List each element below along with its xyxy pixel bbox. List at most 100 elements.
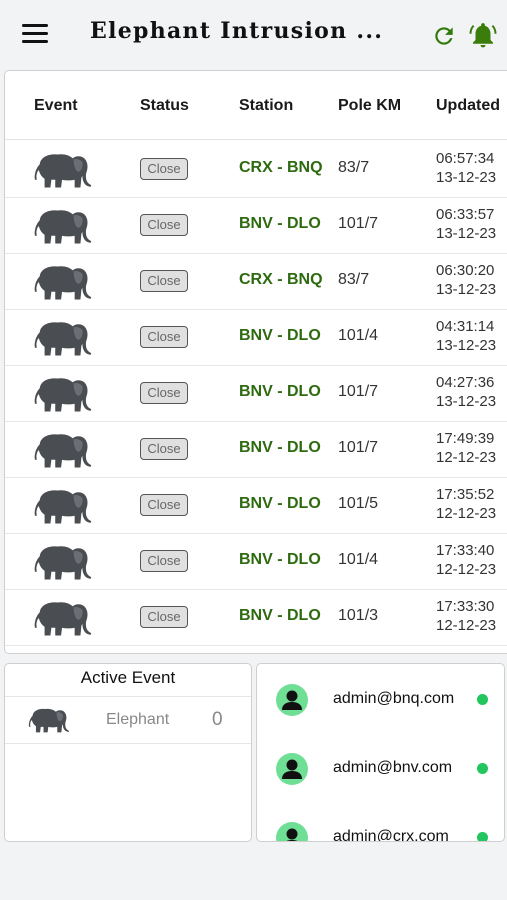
elephant-icon [32,598,94,638]
elephant-icon [32,150,94,190]
header-station[interactable]: Station [239,97,293,115]
station-cell: BNV - DLO [239,607,321,624]
updated-date: 12-12-23 [436,505,497,522]
station-cell: CRX - BNQ [239,271,323,288]
table-row[interactable]: Close BNV - DLO 101/7 06:33:57 13-12-23 [5,197,507,254]
updated-date: 13-12-23 [436,225,497,242]
table-header: Event Status Station Pole KM Updated [5,71,507,140]
updated-cell: 06:30:20 13-12-23 [436,261,496,299]
close-button[interactable]: Close [140,494,188,516]
elephant-icon [32,206,94,246]
close-button[interactable]: Close [140,382,188,404]
table-row[interactable]: Close BNV - DLO 101/3 17:33:30 12-12-23 [5,589,507,646]
close-button[interactable]: Close [140,438,188,460]
table-row[interactable]: Close BNV - DLO 101/4 04:31:14 13-12-23 [5,309,507,366]
pole-km-cell: 101/7 [338,439,379,456]
pole-km-cell: 101/4 [338,327,379,344]
station-cell: BNV - DLO [239,439,321,456]
refresh-icon[interactable] [431,23,457,49]
active-event-title: Active Event [80,668,176,687]
updated-cell: 04:27:36 13-12-23 [436,373,496,411]
close-button[interactable]: Close [140,158,188,180]
page-title: Elephant Intrusion ... [90,18,384,44]
updated-time: 06:57:34 [436,150,495,167]
table-row[interactable]: Close CRX - BNQ 83/7 06:57:34 13-12-23 [5,141,507,198]
updated-date: 12-12-23 [436,449,497,466]
elephant-icon [27,705,71,735]
updated-cell: 04:31:14 13-12-23 [436,317,496,355]
elephant-icon [32,262,94,302]
updated-time: 04:31:14 [436,318,495,335]
elephant-icon [32,430,94,470]
app-bar: Elephant Intrusion ... [0,0,507,70]
station-cell: BNV - DLO [239,551,321,568]
close-button[interactable]: Close [140,214,188,236]
online-status-dot [477,694,488,705]
updated-time: 17:35:52 [436,486,495,503]
updated-time: 04:27:36 [436,374,495,391]
pole-km-cell: 101/7 [338,215,379,232]
pole-km-cell: 83/7 [338,271,370,288]
active-event-card: Active Event Elephant 0 [4,663,252,842]
header-pole-km[interactable]: Pole KM [338,97,401,115]
elephant-icon [32,542,94,582]
updated-time: 17:33:40 [436,542,495,559]
updated-date: 13-12-23 [436,393,497,410]
updated-cell: 17:33:40 12-12-23 [436,541,496,579]
elephant-icon [32,486,94,526]
updated-time: 17:49:39 [436,430,495,447]
user-icon [276,822,308,841]
table-row[interactable]: Close BNV - DLO 101/7 04:27:36 13-12-23 [5,365,507,422]
updated-cell: 17:35:52 12-12-23 [436,485,496,523]
updated-cell: 17:49:39 12-12-23 [436,429,496,467]
elephant-icon [32,374,94,414]
close-button[interactable]: Close [140,606,188,628]
online-status-dot [477,763,488,774]
close-button[interactable]: Close [140,326,188,348]
header-status[interactable]: Status [140,97,189,115]
updated-date: 13-12-23 [436,169,497,186]
updated-date: 13-12-23 [436,337,497,354]
user-email: admin@crx.com [333,828,449,842]
updated-cell: 17:33:30 12-12-23 [436,597,496,635]
pole-km-cell: 101/5 [338,495,379,512]
pole-km-cell: 101/4 [338,551,379,568]
updated-time: 06:33:57 [436,206,495,223]
bell-icon[interactable] [468,20,498,50]
updated-date: 13-12-23 [436,281,497,298]
updated-cell: 06:33:57 13-12-23 [436,205,496,243]
header-event[interactable]: Event [34,97,78,115]
header-updated[interactable]: Updated [436,97,500,115]
active-event-count: 0 [212,709,223,730]
menu-icon[interactable] [22,24,48,46]
active-event-row[interactable]: Elephant 0 [5,698,251,744]
updated-date: 12-12-23 [436,561,497,578]
pole-km-cell: 101/3 [338,607,379,624]
user-icon [276,684,308,716]
close-button[interactable]: Close [140,550,188,572]
table-row[interactable]: Close BNV - DLO 101/7 17:49:39 12-12-23 [5,421,507,478]
user-list-item[interactable]: admin@bnv.com [257,750,504,800]
table-row[interactable]: Close BNV - DLO 101/5 17:35:52 12-12-23 [5,477,507,534]
user-icon [276,753,308,785]
user-list-item[interactable]: admin@bnq.com [257,681,504,731]
table-row[interactable]: Close CRX - BNQ 83/7 06:30:20 13-12-23 [5,253,507,310]
divider [5,696,251,697]
pole-km-cell: 101/7 [338,383,379,400]
station-cell: BNV - DLO [239,383,321,400]
table-row[interactable]: Close BNV - DLO 101/4 17:33:40 12-12-23 [5,533,507,590]
online-status-dot [477,832,488,841]
station-cell: BNV - DLO [239,495,321,512]
users-card: admin@bnq.com admin@bnv.com admin@crx.co… [256,663,505,842]
active-event-label: Elephant [106,711,170,728]
updated-time: 06:30:20 [436,262,495,279]
user-email: admin@bnq.com [333,690,455,707]
elephant-icon [32,318,94,358]
updated-time: 17:33:30 [436,598,495,615]
user-email: admin@bnv.com [333,759,453,776]
pole-km-cell: 83/7 [338,159,370,176]
user-list-item[interactable]: admin@crx.com [257,819,504,842]
close-button[interactable]: Close [140,270,188,292]
station-cell: CRX - BNQ [239,159,323,176]
updated-cell: 06:57:34 13-12-23 [436,149,496,187]
